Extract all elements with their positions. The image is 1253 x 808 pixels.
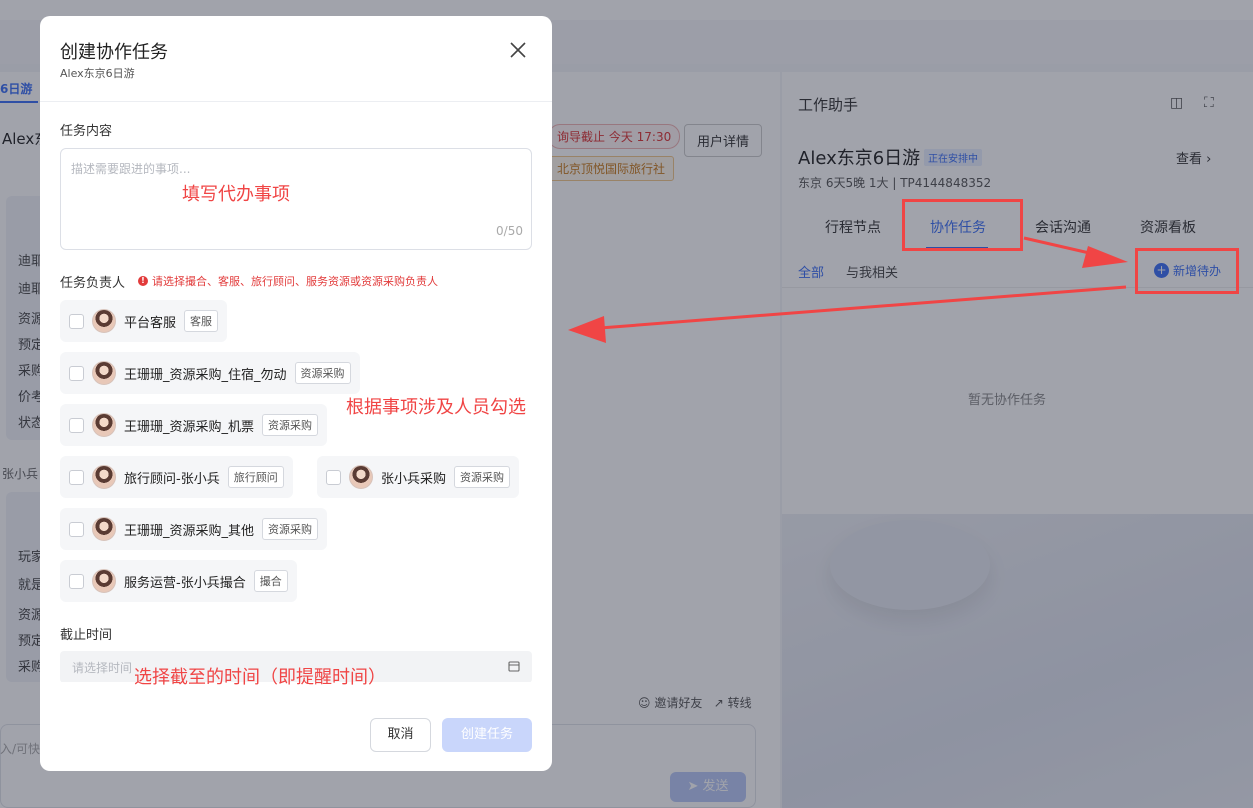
role-tag: 资源采购 — [294, 362, 351, 384]
assignee-option[interactable]: 王珊珊_资源采购_其他 资源采购 — [60, 508, 328, 550]
assignee-name: 张小兵采购 — [381, 471, 447, 487]
assignee-option[interactable]: 张小兵采购 资源采购 — [317, 456, 520, 498]
annotation-fill-todo: 填写代办事项 — [182, 184, 290, 205]
avatar — [92, 465, 116, 489]
assignee-option[interactable]: 服务运营-张小兵撮合 撮合 — [60, 560, 297, 602]
role-tag: 旅行顾问 — [227, 466, 284, 488]
assignee-name: 服务运营-张小兵撮合 — [124, 575, 246, 591]
highlight-new-todo — [1135, 248, 1239, 294]
annotation-select-time: 选择截至的时间（即提醒时间） — [134, 667, 386, 688]
assignee-error-text: 请选择撮合、客服、旅行顾问、服务资源或资源采购负责人 — [152, 275, 438, 288]
deadline-placeholder: 请选择时间 — [72, 661, 133, 675]
checkbox[interactable] — [69, 573, 84, 589]
avatar — [92, 517, 116, 541]
assignee-name: 平台客服 — [124, 315, 177, 331]
assignee-label: 任务负责人 — [60, 276, 126, 291]
role-tag: 资源采购 — [454, 466, 511, 488]
checkbox[interactable] — [326, 469, 341, 485]
content-label: 任务内容 — [60, 124, 113, 139]
assignee-name: 王珊珊_资源采购_住宿_勿动 — [124, 367, 287, 383]
avatar — [92, 413, 116, 437]
assignee-error: ! 请选择撮合、客服、旅行顾问、服务资源或资源采购负责人 — [138, 273, 438, 289]
content-placeholder: 描述需要跟进的事项... — [71, 162, 191, 176]
assignee-option[interactable]: 王珊珊_资源采购_机票 资源采购 — [60, 404, 328, 446]
checkbox[interactable] — [69, 313, 84, 329]
assignee-option[interactable]: 平台客服 客服 — [60, 300, 228, 342]
avatar — [349, 465, 373, 489]
dialog-subtitle: Alex东京6日游 — [60, 67, 135, 80]
assignee-option[interactable]: 王珊珊_资源采购_住宿_勿动 资源采购 — [60, 352, 360, 394]
deadline-label: 截止时间 — [60, 628, 113, 643]
create-task-button[interactable]: 创建任务 — [442, 718, 532, 752]
assignee-option[interactable]: 旅行顾问-张小兵 旅行顾问 — [60, 456, 293, 498]
checkbox[interactable] — [69, 365, 84, 381]
dialog-header: 创建协作任务 Alex东京6日游 — [40, 16, 552, 102]
checkbox[interactable] — [69, 417, 84, 433]
role-tag: 资源采购 — [262, 414, 319, 436]
assignee-name: 王珊珊_资源采购_机票 — [124, 419, 255, 435]
checkbox[interactable] — [69, 469, 84, 485]
char-count: 0/50 — [496, 224, 523, 238]
cancel-button[interactable]: 取消 — [370, 718, 431, 752]
avatar — [92, 361, 116, 385]
role-tag: 资源采购 — [262, 518, 319, 540]
task-content-input[interactable]: 描述需要跟进的事项... 0/50 — [60, 148, 532, 250]
dialog-title: 创建协作任务 — [60, 42, 168, 63]
avatar — [92, 569, 116, 593]
role-tag: 客服 — [184, 310, 219, 332]
annotation-check-people: 根据事项涉及人员勾选 — [346, 397, 526, 418]
calendar-icon — [508, 661, 520, 672]
assignee-name: 王珊珊_资源采购_其他 — [124, 523, 255, 539]
checkbox[interactable] — [69, 521, 84, 537]
close-button[interactable] — [506, 38, 530, 62]
avatar — [92, 309, 116, 333]
role-tag: 撮合 — [253, 570, 288, 592]
close-icon — [510, 42, 526, 58]
error-icon: ! — [138, 276, 148, 286]
highlight-collab-tab — [902, 199, 1023, 251]
assignee-name: 旅行顾问-张小兵 — [124, 471, 220, 487]
